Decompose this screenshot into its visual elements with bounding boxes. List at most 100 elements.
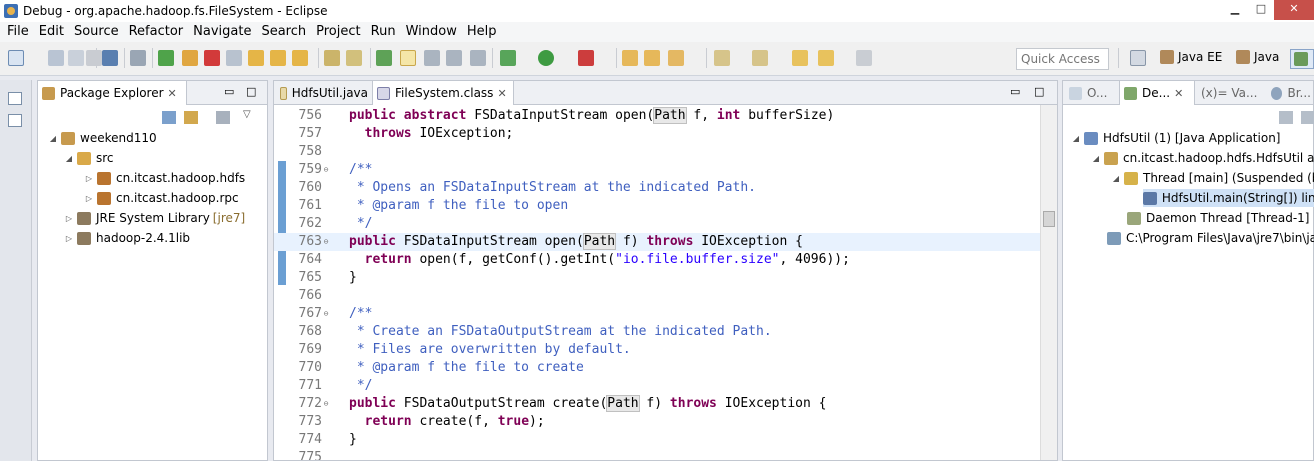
menu-help[interactable]: Help (462, 22, 502, 42)
collapsed-arrow-icon[interactable]: ▷ (64, 214, 74, 223)
step-return-icon[interactable] (292, 50, 308, 66)
use-step-filters-icon[interactable] (324, 50, 340, 66)
menu-refactor[interactable]: Refactor (124, 22, 189, 42)
link-with-editor-icon[interactable] (184, 111, 198, 124)
menu-edit[interactable]: Edit (34, 22, 69, 42)
maximize-view-icon[interactable]: □ (1034, 85, 1044, 98)
back-icon[interactable] (818, 50, 834, 66)
collapsed-arrow-icon[interactable]: ▷ (84, 194, 94, 203)
console-icon[interactable] (102, 50, 118, 66)
code-area[interactable]: 756 public abstract FSDataInputStream ope… (274, 105, 1057, 460)
tree-item[interactable]: ◢ Thread [main] (Suspended (b (1111, 169, 1314, 187)
code-line[interactable]: 772 ⊖ public FSDataOutputStream create(Pat… (274, 395, 1057, 413)
save-all-icon[interactable] (68, 50, 84, 66)
menu-search[interactable]: Search (256, 22, 311, 42)
code-line[interactable]: 774} (274, 431, 1057, 449)
perspective-debug[interactable] (1290, 49, 1314, 69)
minimize-view-icon[interactable]: ▭ (224, 85, 234, 98)
debug-breakpoint-icon[interactable] (376, 50, 392, 66)
terminate-icon[interactable] (204, 50, 220, 66)
tree-item[interactable]: ◢ HdfsUtil (1) [Java Application] (1071, 129, 1281, 147)
block-selection-icon[interactable] (446, 50, 462, 66)
forward-icon[interactable] (856, 50, 872, 66)
menu-window[interactable]: Window (401, 22, 462, 42)
tab-filesystem-class[interactable]: FileSystem.class ✕ (372, 81, 514, 105)
suspend-icon[interactable] (182, 50, 198, 66)
save-icon[interactable] (48, 50, 64, 66)
new-icon[interactable] (8, 50, 24, 66)
minimized-view-icon[interactable] (8, 114, 22, 127)
outline-icon[interactable] (424, 50, 440, 66)
menu-file[interactable]: File (2, 22, 34, 42)
tree-item[interactable]: ◢ cn.itcast.hadoop.hdfs.HdfsUtil at (1091, 149, 1314, 167)
vertical-scrollbar[interactable] (1040, 105, 1057, 460)
previous-annotation-icon[interactable] (752, 50, 768, 66)
expanded-arrow-icon[interactable]: ◢ (48, 134, 58, 143)
tree-item[interactable]: ▷ hadoop-2.4.1lib (64, 229, 190, 247)
menu-run[interactable]: Run (366, 22, 401, 42)
code-line[interactable]: 760 * Opens an FSDataInputStream at the … (274, 179, 1057, 197)
scrollbar-thumb[interactable] (1043, 211, 1055, 227)
print-icon[interactable] (86, 50, 102, 66)
tree-item[interactable]: ◢ src (64, 149, 114, 167)
tab-package-explorer[interactable]: Package Explorer ✕ (37, 81, 187, 105)
tree-item[interactable]: ◢ weekend110 (48, 129, 157, 147)
fold-toggle-icon[interactable]: ⊖ (322, 395, 330, 413)
close-icon[interactable]: ✕ (168, 87, 177, 100)
quick-access-input[interactable] (1016, 48, 1109, 70)
restore-icon[interactable] (8, 92, 22, 105)
fold-toggle-icon[interactable]: ⊖ (322, 161, 330, 179)
maximize-button[interactable]: □ (1248, 0, 1274, 20)
code-line[interactable]: 763 ⊖ public FSDataInputStream open(Path f… (274, 233, 1057, 251)
collapse-all-icon[interactable] (162, 111, 176, 124)
fold-toggle-icon[interactable]: ⊖ (322, 233, 330, 251)
tab-outline[interactable]: O... (1065, 81, 1119, 105)
code-line[interactable]: 756 public abstract FSDataInputStream ope… (274, 107, 1057, 125)
tree-item[interactable]: ▷ cn.itcast.hadoop.hdfs (84, 169, 245, 187)
expanded-arrow-icon[interactable]: ◢ (1071, 134, 1081, 143)
debug-icon[interactable] (500, 50, 516, 66)
new-class-icon[interactable] (668, 50, 684, 66)
code-line[interactable]: 764 return open(f, getConf().getInt("io.… (274, 251, 1057, 269)
code-line[interactable]: 758 (274, 143, 1057, 161)
code-line[interactable]: 770 * @param f the file to create (274, 359, 1057, 377)
view-menu-icon[interactable] (216, 111, 230, 124)
last-edit-location-icon[interactable] (792, 50, 808, 66)
menu-navigate[interactable]: Navigate (188, 22, 256, 42)
tree-item[interactable]: C:\Program Files\Java\jre7\bin\ja (1107, 229, 1314, 247)
new-package-icon[interactable] (644, 50, 660, 66)
tab-breakpoints[interactable]: Br... (1267, 81, 1314, 105)
drop-to-frame-icon[interactable] (346, 50, 362, 66)
code-line[interactable]: 775 (274, 449, 1057, 460)
remove-terminated-icon[interactable] (1279, 111, 1293, 124)
run-icon[interactable] (538, 50, 554, 66)
open-perspective-icon[interactable] (1130, 50, 1146, 66)
show-whitespace-icon[interactable] (470, 50, 486, 66)
perspective-java[interactable]: Java (1236, 50, 1279, 64)
expanded-arrow-icon[interactable]: ◢ (64, 154, 74, 163)
code-line[interactable]: 762 */ (274, 215, 1057, 233)
code-line[interactable]: 767 ⊖ /** (274, 305, 1057, 323)
code-line[interactable]: 771 */ (274, 377, 1057, 395)
tree-item[interactable]: ▷ JRE System Library [jre7] (64, 209, 245, 227)
code-line[interactable]: 769 * Files are overwritten by default. (274, 341, 1057, 359)
code-line[interactable]: 761 * @param f the file to open (274, 197, 1057, 215)
tree-item[interactable]: ▷ cn.itcast.hadoop.rpc (84, 189, 239, 207)
maximize-view-icon[interactable]: □ (246, 85, 256, 98)
collapsed-arrow-icon[interactable]: ▷ (84, 174, 94, 183)
skip-breakpoints-icon[interactable] (130, 50, 146, 66)
view-menu-icon[interactable] (1301, 111, 1314, 124)
expanded-arrow-icon[interactable]: ◢ (1091, 154, 1101, 163)
code-line[interactable]: 768 * Create an FSDataOutputStream at th… (274, 323, 1057, 341)
toggle-mark-icon[interactable] (400, 50, 416, 66)
external-tools-icon[interactable] (578, 50, 594, 66)
menu-source[interactable]: Source (69, 22, 124, 42)
minimize-button[interactable]: ▁ (1222, 0, 1248, 20)
code-line[interactable]: 773 return create(f, true); (274, 413, 1057, 431)
tab-hdfsutil-java[interactable]: HdfsUtil.java (276, 81, 372, 105)
expanded-arrow-icon[interactable]: ◢ (1111, 174, 1121, 183)
stack-frame-row[interactable]: HdfsUtil.main(String[]) line (1143, 189, 1314, 207)
disconnect-icon[interactable] (226, 50, 242, 66)
close-icon[interactable]: ✕ (497, 87, 506, 100)
menu-project[interactable]: Project (311, 22, 365, 42)
